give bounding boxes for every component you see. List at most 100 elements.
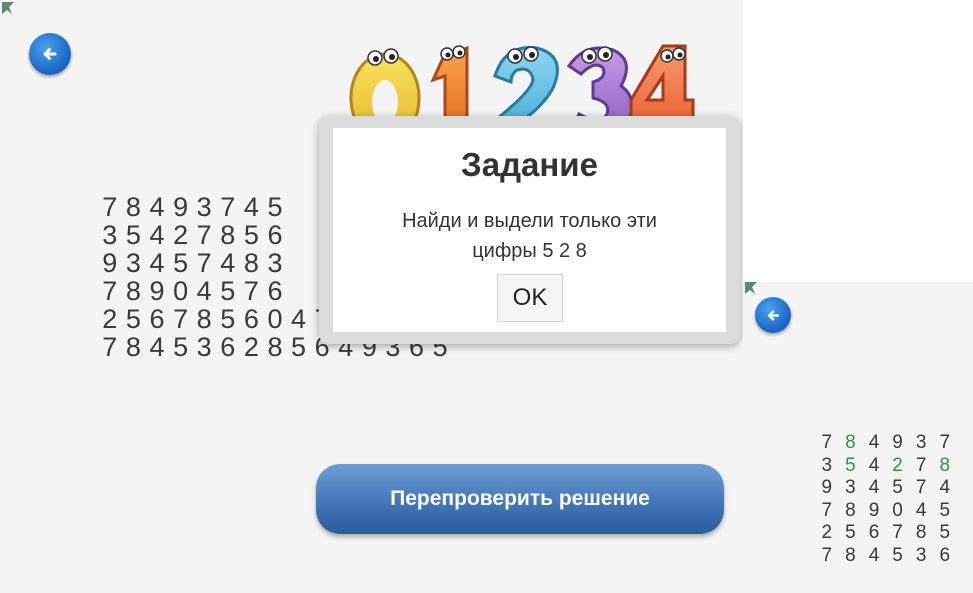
grid-digit[interactable]: 0 bbox=[886, 500, 910, 523]
grid-digit[interactable]: 3 bbox=[98, 221, 122, 249]
recheck-solution-button[interactable]: Перепроверить решение bbox=[316, 464, 724, 534]
grid-digit[interactable]: 4 bbox=[862, 545, 886, 568]
grid-digit[interactable]: 3 bbox=[839, 477, 863, 500]
grid-digit[interactable]: 6 bbox=[263, 221, 287, 249]
grid-digit[interactable]: 7 bbox=[98, 193, 122, 221]
grid-digit bbox=[287, 277, 311, 305]
grid-digit[interactable]: 8 bbox=[192, 305, 216, 333]
grid-digit[interactable]: 5 bbox=[240, 221, 264, 249]
grid-digit[interactable]: 4 bbox=[933, 477, 957, 500]
grid-digit[interactable]: 4 bbox=[145, 333, 169, 361]
grid-digit[interactable]: 9 bbox=[862, 500, 886, 523]
grid-digit[interactable]: 7 bbox=[169, 305, 193, 333]
grid-digit[interactable]: 2 bbox=[886, 455, 910, 478]
grid-digit[interactable]: 2 bbox=[169, 221, 193, 249]
corner-marker-icon bbox=[745, 282, 757, 294]
grid-digit[interactable]: 2 bbox=[98, 305, 122, 333]
grid-digit[interactable]: 8 bbox=[240, 249, 264, 277]
grid-digit[interactable]: 6 bbox=[263, 277, 287, 305]
grid-digit[interactable]: 8 bbox=[909, 522, 933, 545]
grid-digit[interactable]: 7 bbox=[886, 522, 910, 545]
grid-row: 789045 bbox=[815, 500, 957, 523]
grid-digit[interactable]: 8 bbox=[122, 193, 146, 221]
grid-digit[interactable]: 4 bbox=[862, 455, 886, 478]
grid-digit[interactable]: 8 bbox=[122, 333, 146, 361]
grid-digit[interactable]: 6 bbox=[862, 522, 886, 545]
grid-digit[interactable]: 5 bbox=[169, 333, 193, 361]
grid-digit[interactable]: 6 bbox=[216, 333, 240, 361]
grid-digit[interactable]: 6 bbox=[145, 305, 169, 333]
grid-digit[interactable]: 8 bbox=[263, 333, 287, 361]
grid-digit[interactable]: 4 bbox=[862, 477, 886, 500]
grid-digit[interactable]: 3 bbox=[909, 545, 933, 568]
grid-digit[interactable]: 5 bbox=[122, 305, 146, 333]
grid-digit[interactable]: 4 bbox=[862, 432, 886, 455]
grid-digit[interactable]: 5 bbox=[886, 477, 910, 500]
dialog-title: Задание bbox=[461, 146, 598, 183]
grid-digit[interactable]: 8 bbox=[839, 500, 863, 523]
grid-digit[interactable]: 7 bbox=[98, 333, 122, 361]
grid-digit[interactable]: 9 bbox=[145, 277, 169, 305]
grid-digit[interactable]: 6 bbox=[933, 545, 957, 568]
grid-digit[interactable]: 7 bbox=[216, 193, 240, 221]
grid-digit[interactable]: 7 bbox=[909, 455, 933, 478]
grid-digit[interactable]: 4 bbox=[216, 249, 240, 277]
grid-digit[interactable]: 4 bbox=[145, 249, 169, 277]
back-button[interactable] bbox=[29, 33, 71, 75]
grid-digit[interactable]: 8 bbox=[122, 277, 146, 305]
grid-digit[interactable]: 2 bbox=[240, 333, 264, 361]
grid-digit[interactable]: 2 bbox=[815, 522, 839, 545]
grid-digit[interactable]: 7 bbox=[909, 477, 933, 500]
grid-digit[interactable]: 3 bbox=[263, 249, 287, 277]
grid-digit[interactable]: 9 bbox=[815, 477, 839, 500]
grid-digit[interactable]: 6 bbox=[240, 305, 264, 333]
arrow-left-icon bbox=[767, 309, 779, 321]
dialog-text-line2: цифры 5 2 8 bbox=[472, 240, 587, 262]
grid-digit[interactable]: 3 bbox=[122, 249, 146, 277]
grid-digit[interactable]: 7 bbox=[815, 432, 839, 455]
grid-digit[interactable]: 5 bbox=[122, 221, 146, 249]
grid-digit[interactable]: 7 bbox=[98, 277, 122, 305]
grid-digit[interactable]: 4 bbox=[145, 193, 169, 221]
preview-digit-grid: 784937354278934574789045256785784536 bbox=[815, 432, 957, 567]
dialog-text: Найди и выдели только эти цифры 5 2 8 bbox=[353, 206, 706, 266]
grid-digit[interactable]: 0 bbox=[263, 305, 287, 333]
grid-digit[interactable]: 3 bbox=[815, 455, 839, 478]
grid-digit[interactable]: 5 bbox=[933, 500, 957, 523]
grid-digit[interactable]: 3 bbox=[192, 333, 216, 361]
grid-digit[interactable]: 7 bbox=[933, 432, 957, 455]
grid-digit[interactable]: 0 bbox=[169, 277, 193, 305]
grid-digit[interactable]: 5 bbox=[169, 249, 193, 277]
task-dialog-body: Задание Найди и выдели только эти цифры … bbox=[333, 128, 726, 332]
grid-digit[interactable]: 5 bbox=[287, 333, 311, 361]
grid-row: 934574 bbox=[815, 477, 957, 500]
grid-digit[interactable]: 5 bbox=[933, 522, 957, 545]
grid-digit[interactable]: 8 bbox=[839, 545, 863, 568]
grid-digit[interactable]: 5 bbox=[839, 455, 863, 478]
grid-digit[interactable]: 4 bbox=[909, 500, 933, 523]
grid-digit[interactable]: 5 bbox=[263, 193, 287, 221]
grid-digit[interactable]: 5 bbox=[216, 277, 240, 305]
preview-back-button[interactable] bbox=[755, 297, 791, 333]
grid-digit[interactable]: 9 bbox=[886, 432, 910, 455]
grid-digit[interactable]: 7 bbox=[192, 249, 216, 277]
grid-digit[interactable]: 3 bbox=[909, 432, 933, 455]
grid-digit[interactable]: 7 bbox=[192, 221, 216, 249]
grid-digit[interactable]: 4 bbox=[192, 277, 216, 305]
grid-digit[interactable]: 7 bbox=[815, 545, 839, 568]
grid-digit[interactable]: 9 bbox=[169, 193, 193, 221]
grid-digit[interactable]: 5 bbox=[839, 522, 863, 545]
grid-digit[interactable]: 8 bbox=[839, 432, 863, 455]
grid-digit[interactable]: 7 bbox=[815, 500, 839, 523]
grid-digit[interactable]: 8 bbox=[216, 221, 240, 249]
grid-digit[interactable]: 3 bbox=[192, 193, 216, 221]
ok-button[interactable]: OK bbox=[497, 274, 563, 322]
grid-digit[interactable]: 9 bbox=[98, 249, 122, 277]
grid-digit[interactable]: 8 bbox=[933, 455, 957, 478]
grid-digit[interactable]: 5 bbox=[216, 305, 240, 333]
grid-digit[interactable]: 4 bbox=[287, 305, 311, 333]
grid-digit[interactable]: 4 bbox=[145, 221, 169, 249]
grid-digit[interactable]: 4 bbox=[240, 193, 264, 221]
grid-digit[interactable]: 7 bbox=[240, 277, 264, 305]
grid-digit[interactable]: 5 bbox=[886, 545, 910, 568]
